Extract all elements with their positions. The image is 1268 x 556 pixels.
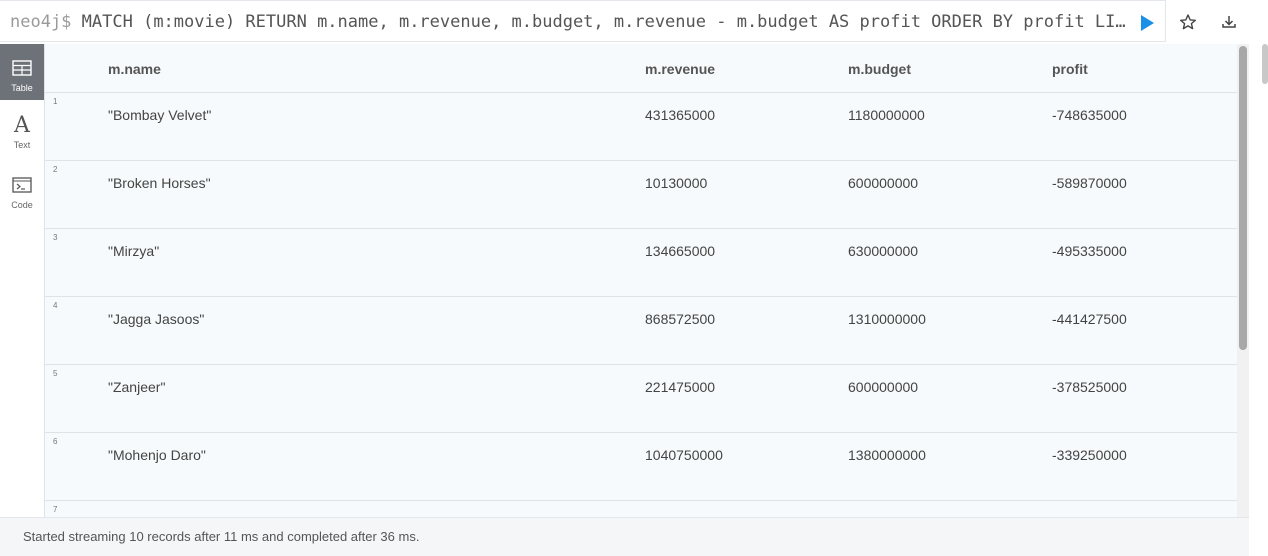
status-bar: Started streaming 10 records after 11 ms… (0, 517, 1249, 556)
sidebar-item-table[interactable]: Table (0, 44, 44, 100)
cell-revenue: 431365000 (645, 107, 716, 123)
table-scrollbar[interactable] (1237, 44, 1249, 517)
play-icon[interactable] (1139, 14, 1155, 32)
query-bar: neo4j$ MATCH (m:movie) RETURN m.name, m.… (0, 0, 1268, 44)
scrollbar-thumb[interactable] (1239, 46, 1247, 350)
column-header-revenue: m.revenue (645, 61, 716, 77)
sidebar-item-label: Text (13, 140, 31, 150)
cell-budget: 1310000000 (848, 311, 926, 327)
cell-profit: -495335000 (1052, 243, 1127, 259)
cell-name: "Broken Horses" (108, 175, 211, 191)
cell-profit: -441427500 (1052, 311, 1127, 327)
cell-profit: -378525000 (1052, 379, 1127, 395)
row-number: 5 (53, 369, 58, 378)
view-sidebar: Table A Text Code (0, 44, 45, 517)
table-row: 5 "Zanjeer" 221475000 600000000 -3785250… (45, 365, 1237, 433)
code-icon (12, 177, 32, 193)
sidebar-item-label: Code (11, 200, 33, 210)
page-scrollbar-thumb[interactable] (1262, 44, 1268, 84)
column-header-budget: m.budget (848, 61, 911, 77)
sidebar-item-code[interactable]: Code (0, 162, 44, 218)
cell-name: "Bombay Velvet" (108, 107, 212, 123)
row-number: 7 (53, 505, 58, 514)
cell-revenue: 868572500 (645, 311, 716, 327)
table-row: 4 "Jagga Jasoos" 868572500 1310000000 -4… (45, 297, 1237, 365)
star-icon[interactable] (1178, 12, 1198, 32)
status-text: Started streaming 10 records after 11 ms… (23, 529, 420, 544)
table-header: m.name m.revenue m.budget profit (45, 44, 1237, 93)
table-row: 1 "Bombay Velvet" 431365000 1180000000 -… (45, 93, 1237, 161)
cell-revenue: 10130000 (645, 175, 708, 191)
column-header-name: m.name (108, 61, 161, 77)
row-number: 2 (53, 165, 58, 174)
column-header-profit: profit (1052, 61, 1088, 77)
row-number: 1 (53, 97, 58, 106)
sidebar-item-label: Table (11, 83, 33, 93)
row-number: 6 (53, 437, 58, 446)
table-row: 3 "Mirzya" 134665000 630000000 -49533500… (45, 229, 1237, 297)
cell-revenue: 1040750000 (645, 447, 723, 463)
cell-profit: -589870000 (1052, 175, 1127, 191)
cell-budget: 1380000000 (848, 447, 926, 463)
table-row: 2 "Broken Horses" 10130000 600000000 -58… (45, 161, 1237, 229)
row-number: 4 (53, 301, 58, 310)
row-number: 3 (53, 233, 58, 242)
query-text[interactable]: neo4j$ MATCH (m:movie) RETURN m.name, m.… (10, 11, 1130, 33)
text-icon: A (14, 113, 30, 138)
cell-budget: 630000000 (848, 243, 919, 259)
cell-budget: 600000000 (848, 379, 919, 395)
table-row: 6 "Mohenjo Daro" 1040750000 1380000000 -… (45, 433, 1237, 501)
query-prompt: neo4j$ (10, 12, 72, 32)
cell-profit: -339250000 (1052, 447, 1127, 463)
cell-name: "Mohenjo Daro" (108, 447, 206, 463)
table-row: 7 (45, 501, 1237, 517)
table-icon (12, 60, 32, 76)
query-statement[interactable]: MATCH (m:movie) RETURN m.name, m.revenue… (82, 12, 1130, 32)
cell-profit: -748635000 (1052, 107, 1127, 123)
cell-revenue: 221475000 (645, 379, 716, 395)
sidebar-item-text[interactable]: A Text (0, 102, 44, 158)
download-icon[interactable] (1219, 12, 1239, 32)
query-editor[interactable]: neo4j$ MATCH (m:movie) RETURN m.name, m.… (0, 0, 1166, 42)
cell-revenue: 134665000 (645, 243, 716, 259)
cell-budget: 1180000000 (848, 107, 925, 123)
cell-name: "Mirzya" (108, 243, 160, 259)
cell-budget: 600000000 (848, 175, 919, 191)
cell-name: "Zanjeer" (108, 379, 166, 395)
result-table: m.name m.revenue m.budget profit 1 "Bomb… (45, 44, 1237, 517)
cell-name: "Jagga Jasoos" (108, 311, 205, 327)
